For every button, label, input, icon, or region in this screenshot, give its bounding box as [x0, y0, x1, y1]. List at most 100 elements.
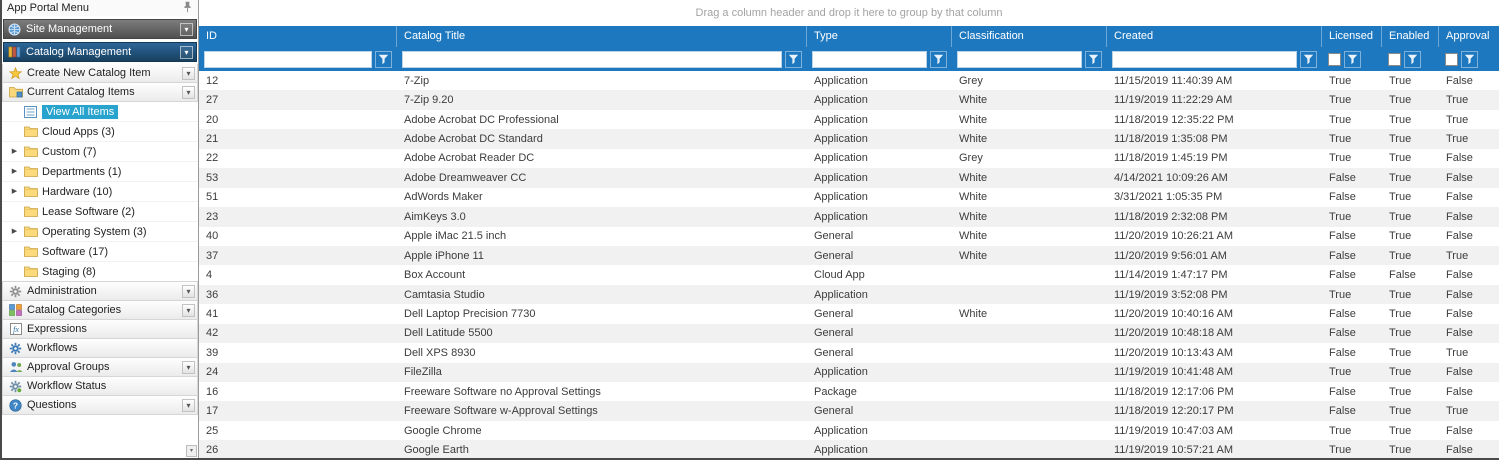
sidebar-item-view-all-items[interactable]: ▶View All Items — [2, 102, 198, 122]
sidebar-item-departments-1[interactable]: ▶Departments (1) — [2, 162, 198, 182]
expand-arrow-icon[interactable]: ▶ — [10, 222, 19, 242]
filter-checkbox-approval[interactable] — [1445, 53, 1458, 66]
sidebar-item-software-17[interactable]: ▶Software (17) — [2, 242, 198, 262]
filter-cell-type — [807, 47, 952, 71]
table-row[interactable]: 4Box AccountCloud App11/14/2019 1:47:17 … — [199, 265, 1499, 284]
chevron-down-icon[interactable]: ▾ — [182, 285, 195, 298]
table-row[interactable]: 23AimKeys 3.0ApplicationWhite11/18/2019 … — [199, 207, 1499, 226]
sidebar-item-catalog-categories[interactable]: Catalog Categories▾ — [2, 300, 198, 320]
filter-funnel-icon[interactable] — [1404, 51, 1421, 68]
column-header-enabled[interactable]: Enabled — [1382, 26, 1439, 47]
sidebar-item-workflows[interactable]: Workflows — [2, 338, 198, 358]
sidebar-item-staging-8[interactable]: ▶Staging (8) — [2, 262, 198, 282]
chevron-down-icon[interactable]: ▾ — [182, 67, 195, 80]
filter-checkbox-licensed[interactable] — [1328, 53, 1341, 66]
sidebar-item-administration[interactable]: Administration▾ — [2, 281, 198, 301]
column-header-classification[interactable]: Classification — [952, 26, 1107, 47]
table-row[interactable]: 40Apple iMac 21.5 inchGeneralWhite11/20/… — [199, 227, 1499, 246]
sidebar-item-create-new-catalog-item[interactable]: Create New Catalog Item▾ — [2, 64, 198, 83]
table-row[interactable]: 51AdWords MakerApplicationWhite3/31/2021… — [199, 188, 1499, 207]
sidebar-item-approval-groups[interactable]: Approval Groups▾ — [2, 357, 198, 377]
cell-approval: False — [1439, 444, 1499, 456]
cell-id: 41 — [199, 308, 397, 320]
filter-funnel-icon[interactable] — [1300, 51, 1317, 68]
table-row[interactable]: 42Dell Latitude 5500General11/20/2019 10… — [199, 324, 1499, 343]
cell-type: Cloud App — [807, 269, 952, 281]
filter-input-catalog-title[interactable] — [402, 51, 782, 68]
sidebar-item-hardware-10[interactable]: ▶Hardware (10) — [2, 182, 198, 202]
cell-classification: Grey — [952, 152, 1107, 164]
table-row[interactable]: 127-ZipApplicationGrey11/15/2019 11:40:3… — [199, 71, 1499, 90]
chevron-down-icon[interactable]: ▾ — [182, 304, 195, 317]
cell-enabled: False — [1382, 269, 1439, 281]
cell-type: Application — [807, 94, 952, 106]
filter-funnel-icon[interactable] — [930, 51, 947, 68]
filter-input-id[interactable] — [204, 51, 372, 68]
column-header-type[interactable]: Type — [807, 26, 952, 47]
folder-icon — [23, 206, 38, 217]
filter-funnel-icon[interactable] — [375, 51, 392, 68]
table-row[interactable]: 21Adobe Acrobat DC StandardApplicationWh… — [199, 129, 1499, 148]
table-row[interactable]: 25Google ChromeApplication11/19/2019 10:… — [199, 421, 1499, 440]
column-header-created[interactable]: Created — [1107, 26, 1322, 47]
filter-funnel-icon[interactable] — [1344, 51, 1361, 68]
table-row[interactable]: 17Freeware Software w-Approval SettingsG… — [199, 401, 1499, 420]
filter-funnel-icon[interactable] — [785, 51, 802, 68]
pin-icon[interactable] — [181, 1, 193, 16]
column-header-id[interactable]: ID — [199, 26, 397, 47]
table-row[interactable]: 277-Zip 9.20ApplicationWhite11/19/2019 1… — [199, 90, 1499, 109]
section-catalog-management[interactable]: Catalog Management ▾ — [3, 42, 197, 62]
cell-classification: White — [952, 172, 1107, 184]
table-row[interactable]: 16Freeware Software no Approval Settings… — [199, 382, 1499, 401]
cell-id: 24 — [199, 366, 397, 378]
section-site-management[interactable]: Site Management ▾ — [3, 19, 197, 39]
table-row[interactable]: 53Adobe Dreamweaver CCApplicationWhite4/… — [199, 168, 1499, 187]
cell-licensed: False — [1322, 405, 1382, 417]
section-label: Site Management — [26, 23, 176, 35]
expand-arrow-icon[interactable]: ▶ — [10, 182, 19, 202]
cell-created: 11/20/2019 10:48:18 AM — [1107, 327, 1322, 339]
table-row[interactable]: 41Dell Laptop Precision 7730GeneralWhite… — [199, 304, 1499, 323]
sidebar-item-lease-software-2[interactable]: ▶Lease Software (2) — [2, 202, 198, 222]
filter-funnel-icon[interactable] — [1461, 51, 1478, 68]
cell-approval: False — [1439, 289, 1499, 301]
chevron-down-icon[interactable]: ▾ — [182, 86, 195, 99]
filter-checkbox-enabled[interactable] — [1388, 53, 1401, 66]
folder-icon — [23, 166, 38, 177]
cell-licensed: True — [1322, 152, 1382, 164]
column-header-approval[interactable]: Approval — [1439, 26, 1499, 47]
cell-catalog-title: Adobe Acrobat Reader DC — [397, 152, 807, 164]
cell-enabled: True — [1382, 405, 1439, 417]
table-row[interactable]: 39Dell XPS 8930General11/20/2019 10:13:4… — [199, 343, 1499, 362]
sidebar-item-current-catalog-items[interactable]: Current Catalog Items▾ — [2, 82, 198, 102]
table-row[interactable]: 20Adobe Acrobat DC ProfessionalApplicati… — [199, 110, 1499, 129]
filter-funnel-icon[interactable] — [1085, 51, 1102, 68]
sidebar-item-operating-system-3[interactable]: ▶Operating System (3) — [2, 222, 198, 242]
cell-catalog-title: Google Earth — [397, 444, 807, 456]
sidebar-item-questions[interactable]: ?Questions▾ — [2, 395, 198, 415]
cell-created: 11/19/2019 3:52:08 PM — [1107, 289, 1322, 301]
chevron-down-icon[interactable]: ▾ — [180, 46, 193, 59]
chevron-down-icon[interactable]: ▾ — [182, 361, 195, 374]
filter-input-type[interactable] — [812, 51, 927, 68]
sidebar-scroll-down-button[interactable]: ▾ — [186, 445, 197, 457]
expand-arrow-icon[interactable]: ▶ — [10, 142, 19, 162]
sidebar-item-expressions[interactable]: fxExpressions — [2, 319, 198, 339]
filter-input-created[interactable] — [1112, 51, 1297, 68]
cell-created: 11/18/2019 12:17:06 PM — [1107, 386, 1322, 398]
column-header-catalog-title[interactable]: Catalog Title — [397, 26, 807, 47]
table-row[interactable]: 24FileZillaApplication11/19/2019 10:41:4… — [199, 363, 1499, 382]
column-header-licensed[interactable]: Licensed — [1322, 26, 1382, 47]
table-row[interactable]: 22Adobe Acrobat Reader DCApplicationGrey… — [199, 149, 1499, 168]
table-row[interactable]: 36Camtasia StudioApplication11/19/2019 3… — [199, 285, 1499, 304]
filter-input-classification[interactable] — [957, 51, 1082, 68]
table-row[interactable]: 37Apple iPhone 11GeneralWhite11/20/2019 … — [199, 246, 1499, 265]
expand-arrow-icon[interactable]: ▶ — [10, 162, 19, 182]
sidebar-item-custom-7[interactable]: ▶Custom (7) — [2, 142, 198, 162]
sidebar-item-cloud-apps-3[interactable]: ▶Cloud Apps (3) — [2, 122, 198, 142]
chevron-down-icon[interactable]: ▾ — [180, 23, 193, 36]
chevron-down-icon[interactable]: ▾ — [182, 399, 195, 412]
sidebar-item-workflow-status[interactable]: Workflow Status — [2, 376, 198, 396]
table-row[interactable]: 26Google EarthApplication11/19/2019 10:5… — [199, 440, 1499, 458]
sidebar-item-label: Cloud Apps (3) — [42, 126, 115, 138]
